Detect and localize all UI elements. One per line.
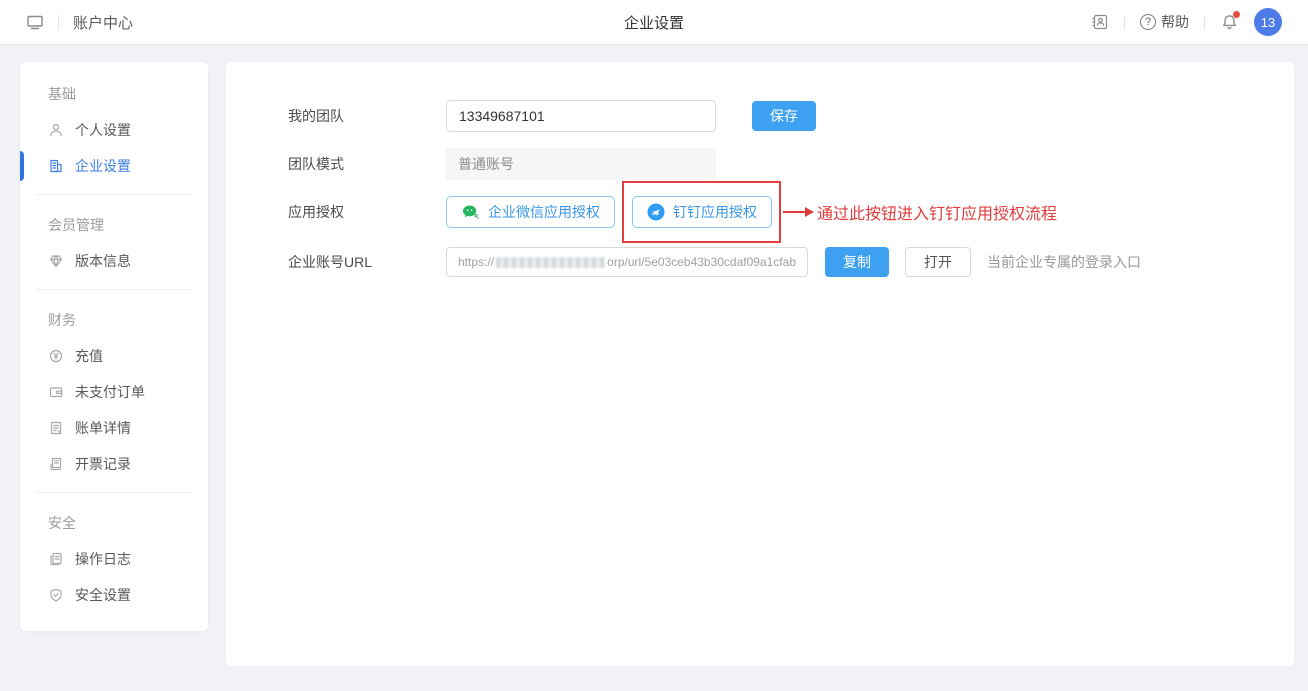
copy-button[interactable]: 复制 — [825, 247, 889, 277]
account-center-page: 账户中心 企业设置 ? 帮助 — [0, 0, 1308, 691]
header-left: 账户中心 — [26, 12, 133, 33]
sidebar-divider — [36, 492, 192, 493]
url-suffix: orp/url/5e03ceb43b30cdaf09a1cfab — [607, 255, 796, 269]
wechat-work-auth-label: 企业微信应用授权 — [488, 202, 600, 222]
sidebar-section-basic: 基础 — [20, 74, 208, 112]
help-icon: ? — [1140, 14, 1156, 30]
log-icon — [48, 551, 64, 567]
sidebar-item-security-settings[interactable]: 安全设置 — [20, 577, 208, 613]
coin-icon — [48, 348, 64, 364]
sidebar-item-bill-details[interactable]: 账单详情 — [20, 410, 208, 446]
sidebar-section-finance: 财务 — [20, 300, 208, 338]
auth-label: 应用授权 — [288, 202, 446, 222]
enterprise-settings-panel: 我的团队 保存 团队模式 普通账号 应用授权 企业微信应用授权 — [226, 62, 1294, 666]
shield-icon — [48, 587, 64, 603]
gem-icon — [48, 253, 64, 269]
team-row: 我的团队 保存 — [288, 100, 1294, 132]
url-masked-segment — [496, 257, 605, 268]
open-button[interactable]: 打开 — [905, 247, 971, 277]
sidebar-item-label: 操作日志 — [75, 549, 131, 569]
help-button[interactable]: ? 帮助 — [1140, 12, 1189, 32]
help-label: 帮助 — [1161, 12, 1189, 32]
annotation-arrowhead-icon — [805, 207, 814, 217]
sidebar-item-recharge[interactable]: 充值 — [20, 338, 208, 374]
team-label: 我的团队 — [288, 106, 446, 126]
sidebar-item-invoice-records[interactable]: 开票记录 — [20, 446, 208, 482]
building-icon — [48, 158, 64, 174]
sidebar-item-personal-settings[interactable]: 个人设置 — [20, 112, 208, 148]
top-header: 账户中心 企业设置 ? 帮助 — [0, 0, 1308, 45]
url-hint: 当前企业专属的登录入口 — [987, 252, 1141, 272]
header-divider — [58, 15, 59, 30]
annotation: 通过此按钮进入钉钉应用授权流程 — [783, 200, 1057, 224]
dingtalk-icon — [647, 203, 665, 221]
dingtalk-auth-button[interactable]: 钉钉应用授权 — [632, 196, 772, 228]
sidebar-section-security: 安全 — [20, 503, 208, 541]
active-indicator — [20, 151, 24, 181]
enterprise-url-input[interactable]: https:// orp/url/5e03ceb43b30cdaf09a1cfa… — [446, 247, 808, 277]
team-name-input[interactable] — [446, 100, 716, 132]
sidebar-item-unpaid-orders[interactable]: 未支付订单 — [20, 374, 208, 410]
contacts-icon[interactable] — [1091, 13, 1109, 31]
bell-icon[interactable] — [1220, 13, 1239, 32]
mode-label: 团队模式 — [288, 154, 446, 174]
app-title: 账户中心 — [73, 12, 133, 33]
url-prefix: https:// — [458, 255, 494, 269]
wallet-icon — [48, 384, 64, 400]
bill-icon — [48, 420, 64, 436]
mode-row: 团队模式 普通账号 — [288, 148, 1294, 180]
team-mode-value: 普通账号 — [446, 148, 716, 180]
annotation-arrow — [783, 211, 805, 213]
sidebar-item-enterprise-settings[interactable]: 企业设置 — [20, 148, 208, 184]
annotation-text: 通过此按钮进入钉钉应用授权流程 — [817, 200, 1057, 224]
sidebar-item-version-info[interactable]: 版本信息 — [20, 243, 208, 279]
sidebar-item-label: 个人设置 — [75, 120, 131, 140]
header-divider — [1124, 15, 1125, 30]
dingtalk-auth-label: 钉钉应用授权 — [673, 202, 757, 222]
notification-dot — [1233, 11, 1240, 18]
sidebar-item-label: 充值 — [75, 346, 103, 366]
sidebar: 基础 个人设置 企业设置 会员管理 版本信息 — [20, 62, 208, 631]
auth-row: 应用授权 企业微信应用授权 钉钉应用授权 — [288, 196, 1294, 228]
sidebar-item-label: 开票记录 — [75, 454, 131, 474]
header-right: ? 帮助 13 — [1091, 8, 1282, 36]
sidebar-divider — [36, 194, 192, 195]
user-icon — [48, 122, 64, 138]
sidebar-item-label: 未支付订单 — [75, 382, 145, 402]
url-label: 企业账号URL — [288, 252, 446, 272]
save-button[interactable]: 保存 — [752, 101, 816, 131]
invoice-icon — [48, 456, 64, 472]
sidebar-item-label: 账单详情 — [75, 418, 131, 438]
monitor-icon[interactable] — [26, 13, 44, 31]
sidebar-item-label: 安全设置 — [75, 585, 131, 605]
wechat-work-auth-button[interactable]: 企业微信应用授权 — [446, 196, 615, 228]
sidebar-item-label: 版本信息 — [75, 251, 131, 271]
dingtalk-button-wrapper: 钉钉应用授权 通过此按钮进入钉钉应用授权流程 — [632, 196, 772, 228]
sidebar-section-membership: 会员管理 — [20, 205, 208, 243]
page-title: 企业设置 — [624, 12, 684, 33]
sidebar-divider — [36, 289, 192, 290]
avatar[interactable]: 13 — [1254, 8, 1282, 36]
sidebar-item-label: 企业设置 — [75, 156, 131, 176]
url-row: 企业账号URL https:// orp/url/5e03ceb43b30cda… — [288, 247, 1294, 277]
sidebar-item-operation-logs[interactable]: 操作日志 — [20, 541, 208, 577]
wechat-work-icon — [461, 203, 480, 221]
header-divider — [1204, 15, 1205, 30]
